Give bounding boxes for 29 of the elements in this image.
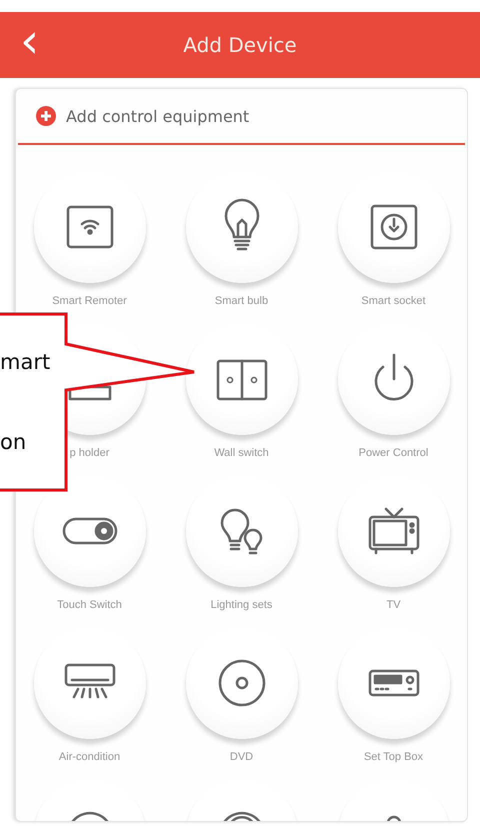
device-label: DVD [230,751,254,763]
device-label: Touch Switch [57,599,122,611]
back-button[interactable]: ‹ [14,16,46,66]
wall-switch-icon [216,360,267,400]
add-equipment-link[interactable]: Add control equipment [66,106,250,126]
disc-icon [218,660,265,706]
air-conditioner-icon [64,664,115,698]
power-icon [374,354,413,400]
device-label: TV [386,599,401,611]
toggle-switch-icon [62,518,117,544]
callout-text: mart [0,350,50,374]
device-label: Smart bulb [214,295,268,307]
tv-icon [368,508,419,554]
router-icon [66,206,113,248]
light-bulbs-icon [220,508,262,554]
device-label: Wall switch [214,447,269,459]
device-label: Air-condition [58,751,120,763]
device-label: Power Control [358,447,428,459]
page-title: Add Device [183,33,297,57]
device-label: Lighting sets [210,599,272,611]
socket-icon [370,204,417,250]
device-label: p holder [70,447,110,459]
set-top-box-icon [368,670,419,696]
device-label: Set Top Box [364,751,424,763]
device-label: Smart Remoter [52,295,127,307]
device-label: Smart socket [361,295,426,307]
add-icon[interactable] [36,106,56,126]
callout-text: on [0,430,26,454]
light-bulb-icon [224,198,259,250]
